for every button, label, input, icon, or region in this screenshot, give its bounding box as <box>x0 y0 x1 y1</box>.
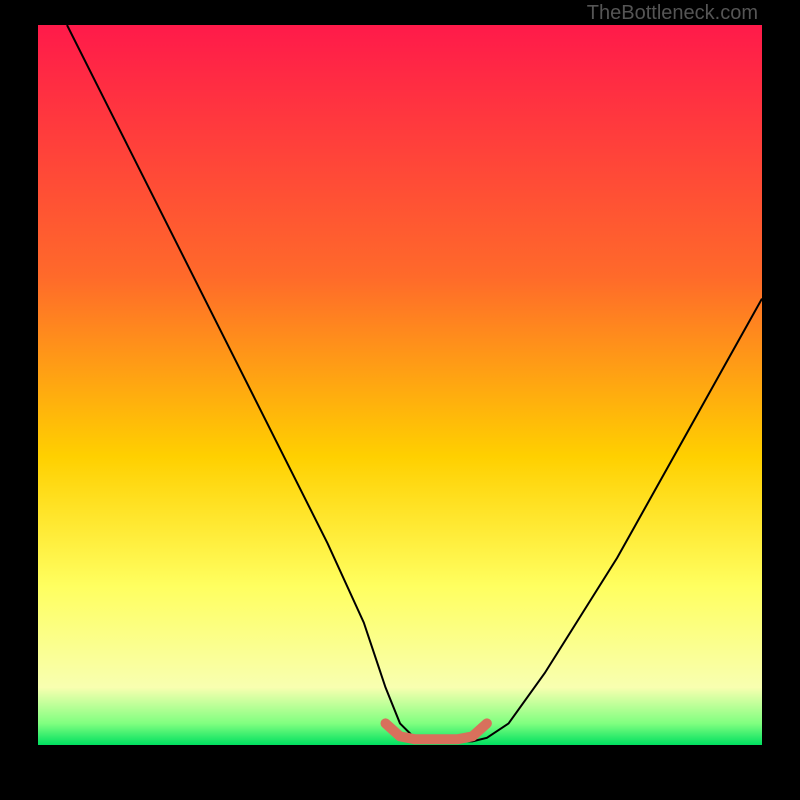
bottleneck-curve <box>67 25 762 741</box>
plot-area <box>38 25 762 745</box>
chart-lines <box>38 25 762 745</box>
optimal-band <box>386 723 487 739</box>
chart-frame <box>0 0 800 800</box>
watermark-label: TheBottleneck.com <box>587 2 758 25</box>
